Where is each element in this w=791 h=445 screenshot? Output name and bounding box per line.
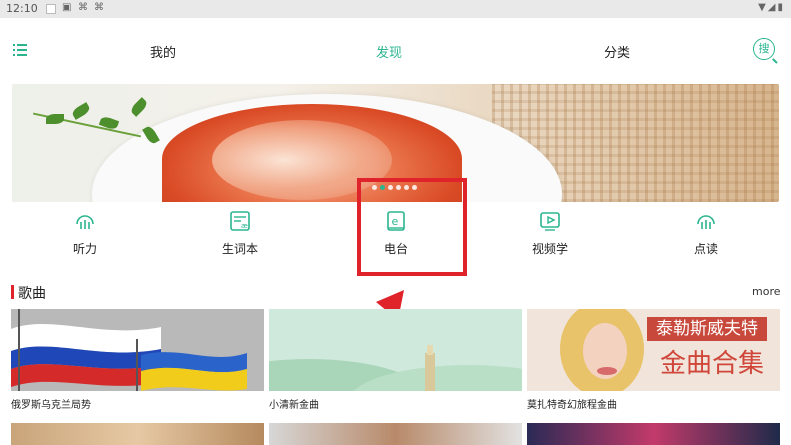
tab-categories[interactable]: 分类 — [604, 42, 630, 61]
a-box-icon: ▣ — [62, 2, 72, 13]
album-card-partial[interactable] — [11, 423, 264, 445]
menu-icon[interactable] — [13, 44, 27, 56]
banner-leaf — [70, 102, 92, 120]
album-overlay-subtitle: 金曲合集 — [659, 349, 764, 379]
album-caption: 俄罗斯乌克兰局势 — [11, 400, 91, 411]
album-card-fresh[interactable] — [269, 309, 522, 391]
category-video[interactable]: 视频学 — [510, 210, 590, 260]
vocabulary-book-icon: æ — [230, 211, 250, 231]
search-button[interactable]: 搜 — [753, 38, 775, 60]
category-label: 点读 — [693, 242, 718, 256]
flag-image — [11, 309, 264, 391]
category-label: 听力 — [72, 242, 97, 256]
search-icon-label: 搜 — [758, 42, 770, 55]
category-listening[interactable]: 听力 — [45, 210, 125, 260]
section-accent-bar — [11, 285, 14, 299]
section-title: 歌曲 — [18, 286, 46, 302]
category-label: 生词本 — [221, 242, 258, 256]
album-card-singer[interactable]: 泰勒斯威夫特 金曲合集 — [527, 309, 780, 391]
album-card-partial[interactable] — [269, 423, 522, 445]
wifi-icon: ▼ — [758, 2, 768, 13]
tab-discover[interactable]: 发现 — [376, 42, 402, 61]
svg-text:æ: æ — [241, 222, 248, 230]
chinese-char-icon: ⌘ — [94, 2, 104, 13]
status-time: 12:10 — [6, 2, 38, 15]
system-status-icons: ▼◢▮ — [758, 2, 785, 13]
chinese-char-icon: ⌘ — [78, 2, 88, 13]
album-card-partial[interactable] — [527, 423, 780, 445]
banner-leaf — [129, 97, 149, 117]
banner-leaf — [46, 114, 64, 124]
status-bar: 12:10 ▣ ⌘ ⌘ ▼◢▮ — [0, 0, 791, 18]
category-label: 视频学 — [531, 242, 568, 256]
battery-icon: ▮ — [777, 2, 785, 13]
notification-square-icon — [46, 4, 56, 14]
headphones-icon — [76, 215, 94, 229]
highlight-box — [357, 178, 467, 276]
landscape-image — [269, 309, 522, 391]
category-vocabulary[interactable]: æ 生词本 — [200, 210, 280, 260]
headphones-icon — [697, 215, 715, 229]
album-overlay-title: 泰勒斯威夫特 — [647, 317, 767, 341]
album-caption: 莫扎特奇幻旅程金曲 — [527, 400, 617, 411]
album-caption: 小清新金曲 — [269, 400, 319, 411]
album-card-flags[interactable] — [11, 309, 264, 391]
tab-mine[interactable]: 我的 — [150, 42, 176, 61]
more-link[interactable]: more — [752, 285, 781, 298]
video-play-icon — [540, 212, 560, 231]
category-read-along[interactable]: 点读 — [666, 210, 746, 260]
top-navigation: 我的 发现 分类 搜 — [0, 18, 791, 82]
